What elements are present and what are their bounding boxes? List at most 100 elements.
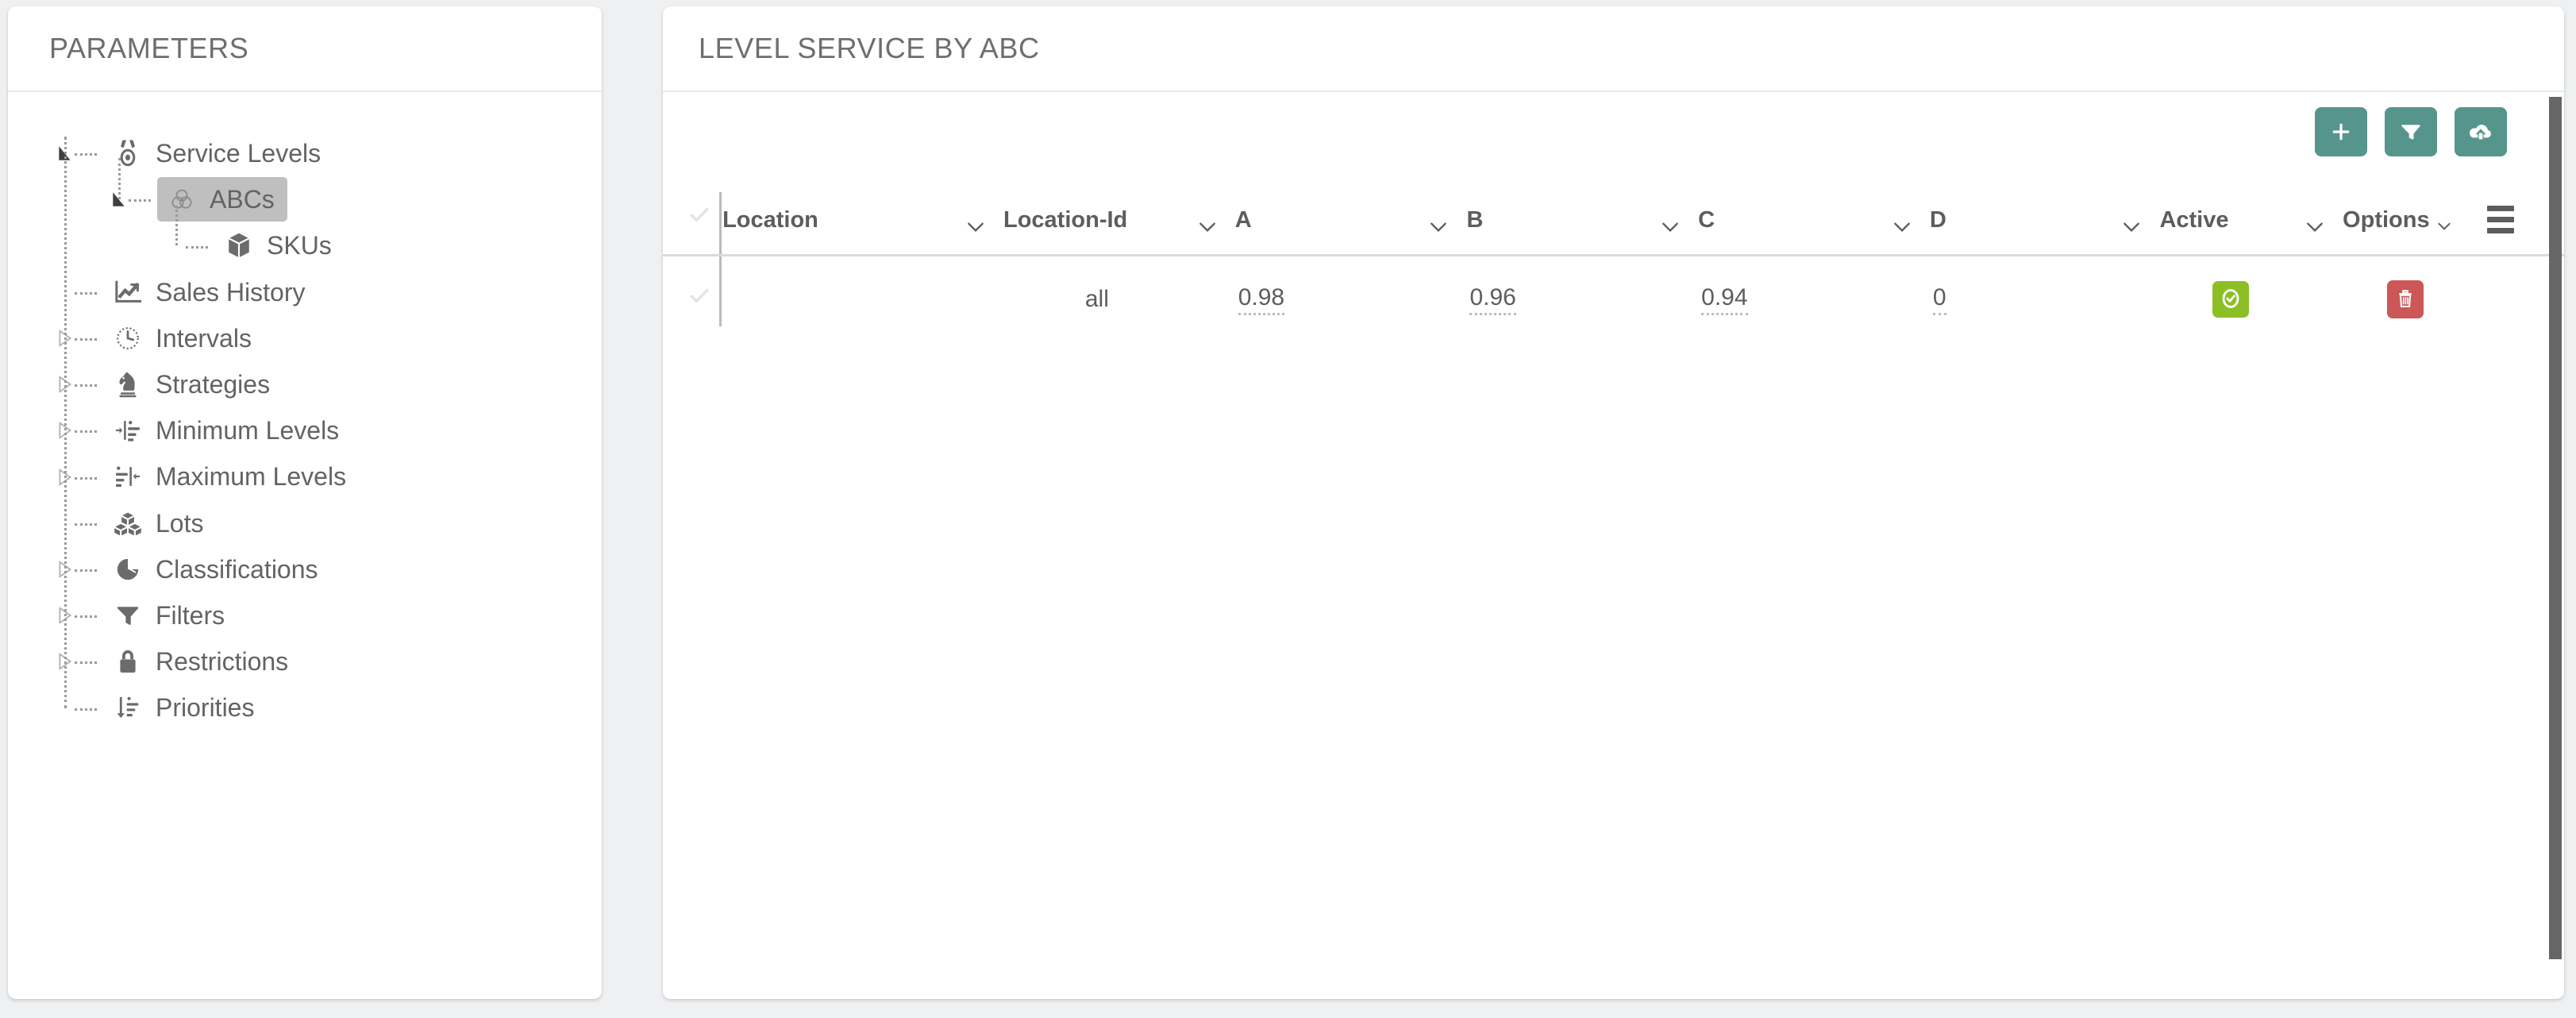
- check-circle-icon: [2220, 287, 2242, 313]
- column-header-active[interactable]: Active: [2159, 192, 2343, 256]
- tree-connector-vertical: [64, 137, 67, 708]
- tree-connector-horizontal: [75, 430, 97, 434]
- chevron-down-icon[interactable]: [1197, 221, 1218, 233]
- column-header-b[interactable]: B: [1466, 192, 1699, 256]
- add-button[interactable]: [2315, 107, 2367, 156]
- cell-value-c: 0.94: [1701, 284, 1748, 315]
- vertical-scrollbar[interactable]: [2549, 97, 2562, 959]
- sidebar-item-label: Sales History: [156, 277, 306, 307]
- chevron-down-icon[interactable]: [965, 221, 986, 233]
- chevron-down-icon[interactable]: [1660, 221, 1681, 233]
- cell-options[interactable]: [2343, 256, 2487, 327]
- column-header-options[interactable]: Options: [2343, 192, 2488, 256]
- chess-knight-icon: [113, 369, 143, 399]
- parameters-panel: PARAMETERS Service Levels ABCs SKUs Sales H…: [8, 6, 602, 999]
- tree-connector-horizontal: [75, 569, 97, 572]
- sidebar-item-sales-history[interactable]: Sales History: [8, 269, 602, 315]
- chevron-down-icon[interactable]: [2436, 221, 2452, 233]
- sidebar-item-restrictions[interactable]: Restrictions: [8, 638, 602, 684]
- delete-row-button[interactable]: [2387, 280, 2424, 318]
- chevron-down-icon[interactable]: [2305, 221, 2325, 233]
- level-service-table: Location Location-Id A B C D Active Opti…: [663, 192, 2564, 326]
- parameters-tree: Service Levels ABCs SKUs Sales History Inter…: [8, 92, 602, 999]
- boxes-icon: [113, 508, 143, 538]
- sidebar-item-skus[interactable]: SKUs: [8, 222, 602, 268]
- sidebar-item-abcs[interactable]: ABCs: [8, 176, 602, 222]
- sidebar-item-pill[interactable]: Sales History: [103, 270, 318, 314]
- sidebar-item-priorities[interactable]: Priorities: [8, 684, 602, 731]
- filter-button[interactable]: [2385, 107, 2437, 156]
- sidebar-item-filters[interactable]: Filters: [8, 592, 602, 638]
- pie-chart-icon: [113, 554, 143, 584]
- chevron-down-icon[interactable]: [1892, 221, 1912, 233]
- cell-active[interactable]: [2159, 256, 2343, 327]
- cell-value-a: 0.98: [1238, 284, 1285, 315]
- lock-icon: [113, 646, 143, 677]
- column-header-a[interactable]: A: [1234, 192, 1467, 256]
- column-label-c: C: [1698, 207, 1715, 233]
- sidebar-item-pill[interactable]: Minimum Levels: [103, 408, 352, 453]
- cell-c[interactable]: 0.94: [1698, 256, 1930, 327]
- sidebar-item-pill[interactable]: Intervals: [103, 316, 264, 361]
- sidebar-item-label: Classifications: [156, 554, 318, 584]
- upload-button[interactable]: [2455, 107, 2507, 156]
- trash-icon: [2396, 288, 2415, 311]
- column-label-location-id: Location-Id: [1003, 207, 1128, 233]
- column-header-location-id[interactable]: Location-Id: [1003, 192, 1235, 256]
- row-select-checkbox[interactable]: [663, 256, 719, 327]
- table-row[interactable]: all 0.98 0.96 0.94 0: [663, 256, 2564, 327]
- column-header-c[interactable]: C: [1698, 192, 1930, 256]
- sort-amount-icon: [113, 692, 143, 723]
- column-label-options: Options: [2343, 207, 2430, 233]
- min-levels-icon: [113, 415, 143, 445]
- cell-b[interactable]: 0.96: [1466, 256, 1698, 327]
- column-header-d[interactable]: D: [1929, 192, 2160, 256]
- sidebar-item-pill[interactable]: Classifications: [103, 547, 331, 592]
- tree-connector-horizontal: [75, 384, 97, 388]
- column-label-active: Active: [2159, 207, 2229, 233]
- sidebar-item-lots[interactable]: Lots: [8, 500, 602, 546]
- sidebar-item-pill[interactable]: Maximum Levels: [103, 454, 359, 499]
- clock-icon: [113, 323, 143, 353]
- sidebar-item-pill[interactable]: SKUs: [214, 223, 345, 268]
- table-header: Location Location-Id A B C D Active Opti…: [663, 192, 2564, 256]
- sidebar-item-strategies[interactable]: Strategies: [8, 361, 602, 407]
- sidebar-item-pill[interactable]: Filters: [103, 593, 237, 638]
- tree-connector-horizontal: [75, 708, 97, 711]
- sidebar-item-pill[interactable]: Service Levels: [103, 131, 333, 175]
- tree-connector-horizontal: [75, 661, 97, 665]
- cell-location-id[interactable]: all: [1003, 256, 1235, 327]
- cell-a[interactable]: 0.98: [1235, 256, 1467, 327]
- select-all-header[interactable]: [663, 192, 719, 256]
- sidebar-item-label: SKUs: [267, 231, 332, 260]
- chevron-down-icon[interactable]: [2121, 221, 2142, 233]
- check-icon: [687, 284, 711, 308]
- sidebar-item-intervals[interactable]: Intervals: [8, 315, 602, 361]
- cloud-upload-icon: [2468, 121, 2493, 142]
- funnel-icon: [113, 600, 143, 630]
- table-header-row: Location Location-Id A B C D Active Opti…: [663, 192, 2564, 256]
- tree-connector-horizontal: [75, 476, 97, 480]
- sidebar-item-minimum-levels[interactable]: Minimum Levels: [8, 407, 602, 453]
- sidebar-item-classifications[interactable]: Classifications: [8, 546, 602, 592]
- column-label-a: A: [1234, 207, 1252, 233]
- sidebar-item-maximum-levels[interactable]: Maximum Levels: [8, 453, 602, 499]
- sidebar-item-pill[interactable]: Strategies: [103, 362, 283, 407]
- sidebar-item-service-levels[interactable]: Service Levels: [8, 130, 602, 176]
- sidebar-item-label: Minimum Levels: [156, 416, 340, 445]
- max-levels-icon: [113, 461, 143, 492]
- sidebar-item-pill[interactable]: Lots: [103, 501, 216, 546]
- cell-d[interactable]: 0: [1930, 256, 2160, 327]
- status-badge-active[interactable]: [2212, 281, 2249, 318]
- cell-location[interactable]: [722, 256, 1003, 327]
- column-header-location[interactable]: Location: [722, 192, 1003, 256]
- sidebar-item-pill[interactable]: Restrictions: [103, 639, 301, 684]
- medal-icon: [113, 138, 143, 168]
- sidebar-item-label: Priorities: [156, 693, 255, 723]
- tree-connector-vertical: [175, 206, 178, 246]
- tree-connector-horizontal: [75, 153, 97, 156]
- tree-connector-horizontal: [75, 615, 97, 619]
- sidebar-item-label: Strategies: [156, 370, 271, 399]
- sidebar-item-pill[interactable]: Priorities: [103, 685, 267, 730]
- chevron-down-icon[interactable]: [1428, 221, 1449, 233]
